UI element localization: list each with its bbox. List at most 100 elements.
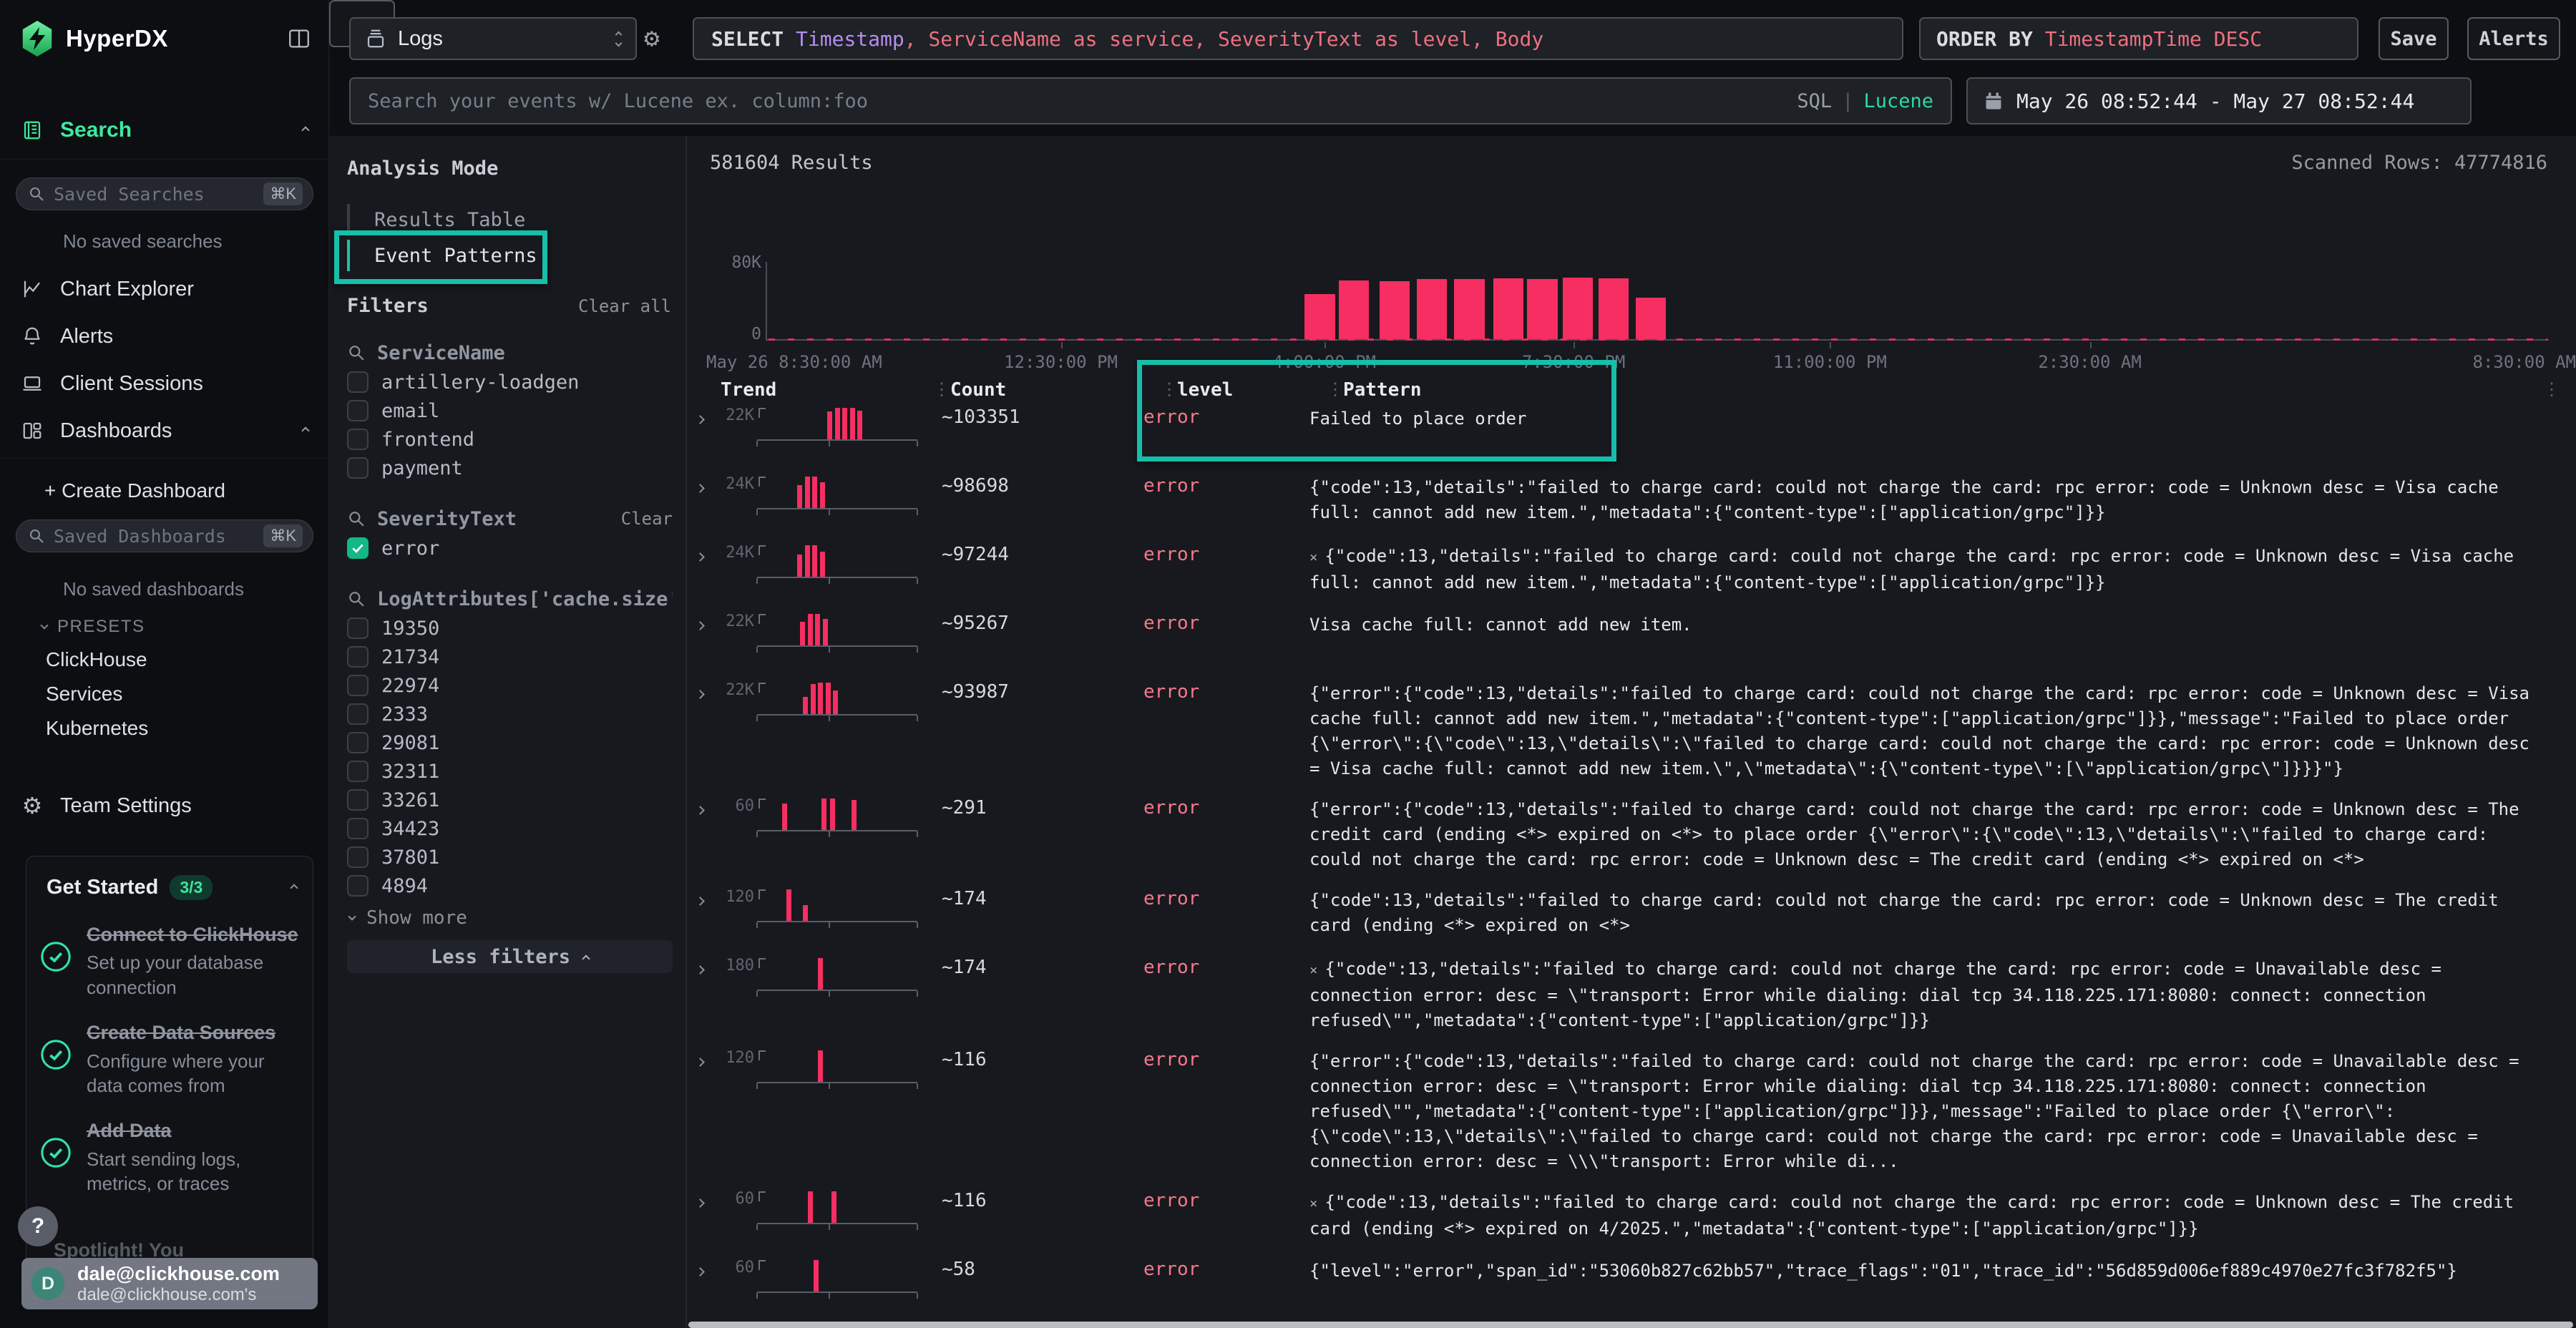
histogram-bar[interactable] [1563,278,1593,339]
sidebar-item-alerts[interactable]: Alerts [0,318,328,355]
clear-filter-link[interactable]: Clear [621,509,673,529]
sidebar-item-dashboards[interactable]: Dashboards [0,412,328,449]
sidebar-item-search[interactable]: Search [0,112,328,149]
sidebar-item-chart-explorer[interactable]: Chart Explorer [0,270,328,308]
filter-option[interactable]: artillery-loadgen [347,368,673,396]
pattern-text[interactable]: {"error":{"code":13,"details":"failed to… [1309,681,2576,781]
clear-all-link[interactable]: Clear all [578,296,671,316]
histogram-bar[interactable] [1304,294,1335,339]
row-expand-chevron-icon[interactable] [688,1190,714,1209]
filter-option[interactable]: 34423 [347,814,673,843]
row-expand-chevron-icon[interactable] [688,888,714,907]
histogram-bar[interactable] [1493,278,1523,339]
filter-option[interactable]: payment [347,454,673,482]
pattern-text[interactable]: {"code":13,"details":"failed to charge c… [1309,888,2576,938]
alerts-button[interactable]: Alerts [2467,17,2560,60]
pattern-row[interactable]: 120~174error{"code":13,"details":"failed… [688,888,2576,941]
sidebar-item-kubernetes[interactable]: Kubernetes [46,717,148,740]
row-expand-chevron-icon[interactable] [688,406,714,426]
save-button[interactable]: Save [2379,17,2449,60]
pattern-text[interactable]: {"level":"error","span_id":"53060b827c62… [1309,1259,2576,1284]
pattern-text[interactable]: ×{"code":13,"details":"failed to charge … [1309,1190,2576,1241]
pattern-text[interactable]: {"error":{"code":13,"details":"failed to… [1309,1049,2576,1174]
search-icon[interactable] [347,590,366,608]
filter-option[interactable]: 22974 [347,671,673,700]
pattern-row[interactable]: 180~174error×{"code":13,"details":"faile… [688,957,2576,1033]
horizontal-scrollbar[interactable] [688,1322,2573,1328]
get-started-item[interactable]: Create Data Sources Configure where your… [26,1005,313,1103]
checkbox[interactable] [347,400,369,421]
histogram-bar[interactable] [1454,279,1484,339]
filter-option[interactable]: 19350 [347,614,673,643]
histogram-bar[interactable] [1380,281,1410,339]
get-started-item[interactable]: Add Data Start sending logs, metrics, or… [26,1103,313,1201]
pattern-text[interactable]: {"code":13,"details":"failed to charge c… [1309,475,2576,525]
filter-option[interactable]: 21734 [347,643,673,671]
filter-option[interactable]: 33261 [347,786,673,814]
checkbox[interactable] [347,457,369,479]
pattern-text[interactable]: {"error":{"code":13,"details":"failed to… [1309,797,2576,872]
checkbox[interactable] [347,617,369,639]
pattern-row[interactable]: 60~58error{"level":"error","span_id":"53… [688,1259,2576,1312]
row-expand-chevron-icon[interactable] [688,544,714,563]
filter-option[interactable]: 32311 [347,757,673,786]
chevron-up-icon[interactable] [301,126,309,134]
checkbox[interactable] [347,703,369,725]
filter-option[interactable]: 29081 [347,728,673,757]
results-histogram[interactable]: 80K 0 May 26 8:30:00 AM12:30:00 PM4:00:0… [688,193,2576,308]
select-columns-input[interactable]: SELECT Timestamp, ServiceName as service… [693,17,1903,60]
date-range-picker[interactable]: May 26 08:52:44 - May 27 08:52:44 [1966,77,2472,125]
sidebar-item-client-sessions[interactable]: Client Sessions [0,365,328,402]
checkbox[interactable] [347,846,369,868]
pattern-row[interactable]: 60~291error{"error":{"code":13,"details"… [688,797,2576,872]
pattern-row[interactable]: 22K~103351errorFailed to place order [688,406,2576,459]
checkbox[interactable] [347,818,369,839]
create-dashboard-button[interactable]: + Create Dashboard [0,472,328,509]
pattern-text[interactable]: Visa cache full: cannot add new item. [1309,612,2576,638]
pattern-row[interactable]: 60~116error×{"code":13,"details":"failed… [688,1190,2576,1243]
search-input[interactable]: Search your events w/ Lucene ex. column:… [349,77,1952,125]
histogram-bar[interactable] [1599,278,1629,339]
checkbox[interactable] [347,429,369,450]
checkbox[interactable] [347,646,369,668]
checkbox[interactable] [347,675,369,696]
pattern-row[interactable]: 22K~93987error{"error":{"code":13,"detai… [688,681,2576,781]
histogram-bar[interactable] [1339,280,1369,339]
lucene-mode-toggle[interactable]: Lucene [1863,90,1933,112]
sidebar-collapse-icon[interactable] [287,26,311,51]
search-icon[interactable] [347,343,366,362]
saved-searches-input[interactable]: Saved Searches ⌘K [16,177,313,210]
help-button[interactable]: ? [18,1206,58,1246]
get-started-item[interactable]: Connect to ClickHouse Set up your databa… [26,907,313,1005]
filter-option[interactable]: 4894 [347,872,673,900]
chevron-up-icon[interactable] [290,884,298,892]
checkbox[interactable] [347,875,369,897]
row-expand-chevron-icon[interactable] [688,957,714,976]
presets-section[interactable]: PRESETS [42,617,145,637]
sql-mode-toggle[interactable]: SQL [1797,90,1832,112]
pattern-row[interactable]: 24K~97244error×{"code":13,"details":"fai… [688,544,2576,597]
histogram-bar[interactable] [1636,298,1666,339]
table-options-icon[interactable]: ⋮ [2543,379,2560,399]
filter-option[interactable]: error [347,534,673,562]
column-resize-handle[interactable]: ⋮ [933,379,950,399]
checkbox-checked[interactable] [347,537,369,559]
checkbox[interactable] [347,732,369,753]
row-expand-chevron-icon[interactable] [688,475,714,494]
pattern-row[interactable]: 24K~98698error{"code":13,"details":"fail… [688,475,2576,528]
row-expand-chevron-icon[interactable] [688,1049,714,1068]
sidebar-item-services[interactable]: Services [46,683,122,706]
pattern-text[interactable]: ×{"code":13,"details":"failed to charge … [1309,544,2576,595]
histogram-bar[interactable] [1527,279,1557,339]
saved-dashboards-input[interactable]: Saved Dashboards ⌘K [16,519,313,552]
show-more-link[interactable]: Show more [349,907,467,929]
filter-option[interactable]: email [347,396,673,425]
pattern-row[interactable]: 120~116error{"error":{"code":13,"details… [688,1049,2576,1174]
checkbox[interactable] [347,789,369,811]
row-expand-chevron-icon[interactable] [688,612,714,632]
source-select[interactable]: Logs [349,17,637,60]
search-icon[interactable] [347,509,366,528]
filter-option[interactable]: 37801 [347,843,673,872]
chevron-up-icon[interactable] [301,426,309,434]
sidebar-item-team-settings[interactable]: ⚙ Team Settings [0,787,328,824]
